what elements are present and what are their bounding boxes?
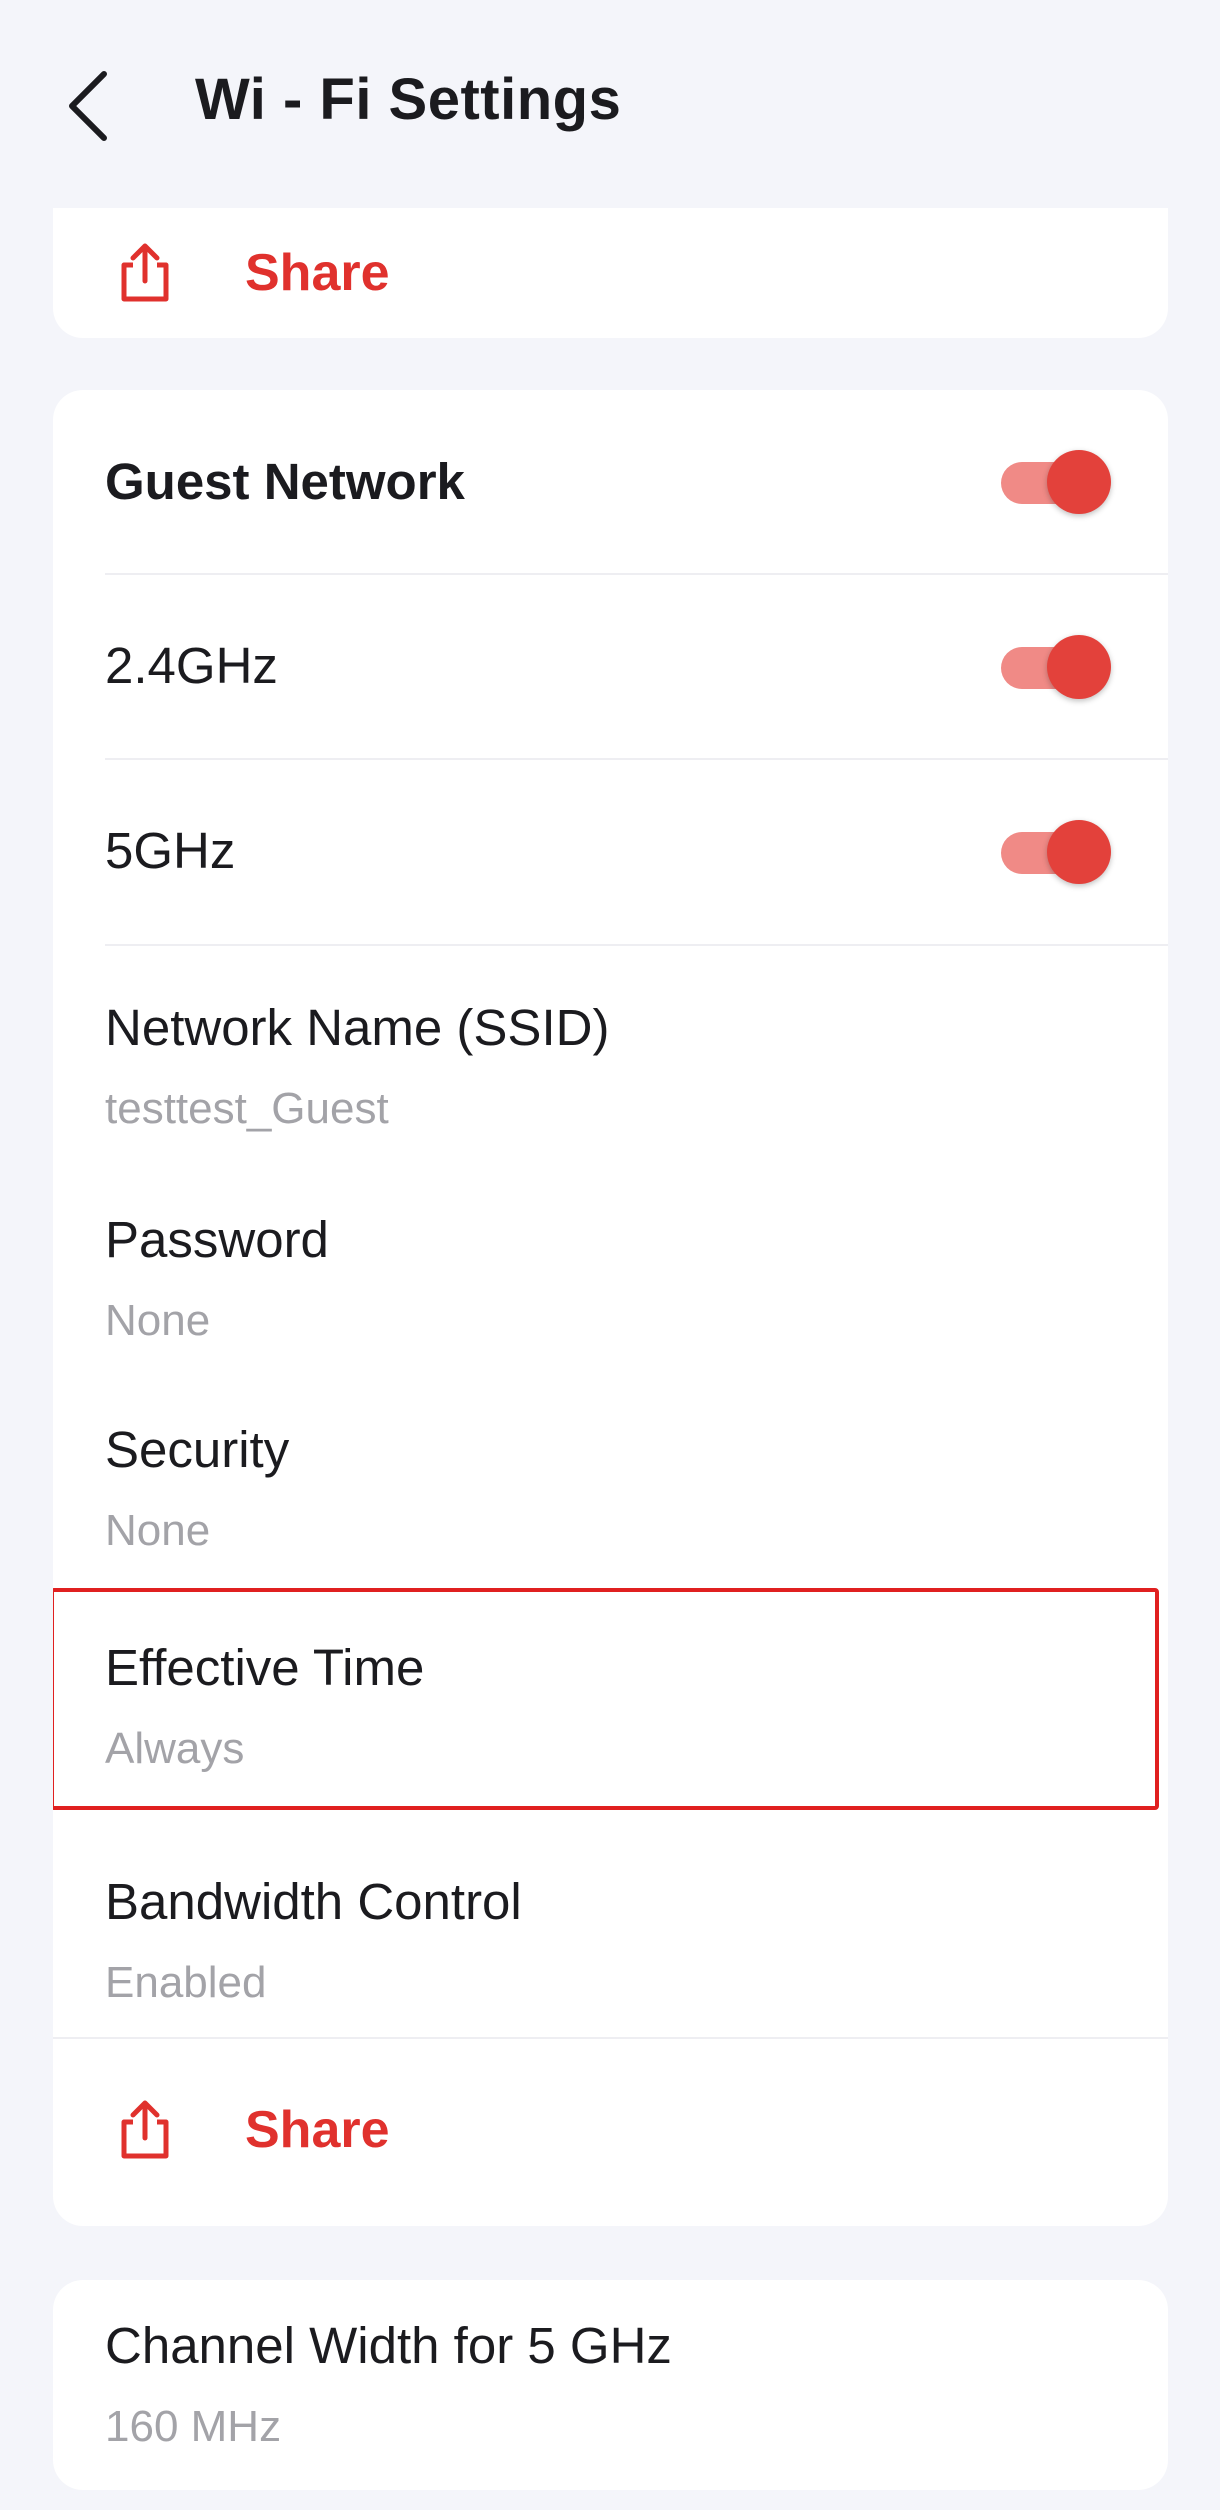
share-button-top[interactable]: Share [53,213,1168,333]
chevron-left-icon [69,71,107,141]
share-icon [116,241,174,305]
divider [53,2037,1168,2039]
app-header: Wi - Fi Settings [0,0,1220,208]
guest-network-toggle[interactable] [1001,447,1111,517]
band-24-label: 2.4GHz [105,637,278,694]
ssid-value: testtest_Guest [105,1084,389,1133]
channel-width-value: 160 MHz [105,2402,282,2451]
highlight-box [53,1588,1159,1810]
band-5-row: 5GHz [53,761,1168,945]
guest-network-card: Guest Network 2.4GHz 5GHz Network Name (… [53,390,1168,2226]
page-title: Wi - Fi Settings [195,67,622,132]
toggle-thumb [1047,635,1111,699]
divider [105,758,1168,760]
security-label: Security [105,1421,290,1478]
band-24-toggle[interactable] [1001,632,1111,702]
toggle-thumb [1047,450,1111,514]
channel-width-row[interactable]: Channel Width for 5 GHz 160 MHz [53,2280,1168,2490]
share-button-guest[interactable]: Share [53,2070,1168,2190]
share-label: Share [245,2101,390,2159]
share-icon [116,2098,174,2162]
wifi-card-top: Share [53,208,1168,338]
security-row[interactable]: Security None [53,1368,1168,1578]
password-row[interactable]: Password None [53,1158,1168,1368]
ssid-label: Network Name (SSID) [105,999,610,1056]
security-value: None [105,1506,211,1555]
toggle-thumb [1047,820,1111,884]
channel-width-card: Channel Width for 5 GHz 160 MHz [53,2280,1168,2490]
divider [105,573,1168,575]
share-label: Share [245,244,390,302]
back-button[interactable] [48,58,128,154]
band-24-row: 2.4GHz [53,576,1168,760]
bandwidth-control-row[interactable]: Bandwidth Control Enabled [53,1820,1168,2035]
password-label: Password [105,1211,329,1268]
ssid-row[interactable]: Network Name (SSID) testtest_Guest [53,946,1168,1158]
password-value: None [105,1296,211,1345]
channel-width-label: Channel Width for 5 GHz [105,2317,672,2374]
guest-network-row: Guest Network [53,390,1168,574]
guest-network-label: Guest Network [105,453,465,510]
bandwidth-control-label: Bandwidth Control [105,1873,522,1930]
band-5-label: 5GHz [105,822,236,879]
bandwidth-control-value: Enabled [105,1958,267,2007]
band-5-toggle[interactable] [1001,817,1111,887]
